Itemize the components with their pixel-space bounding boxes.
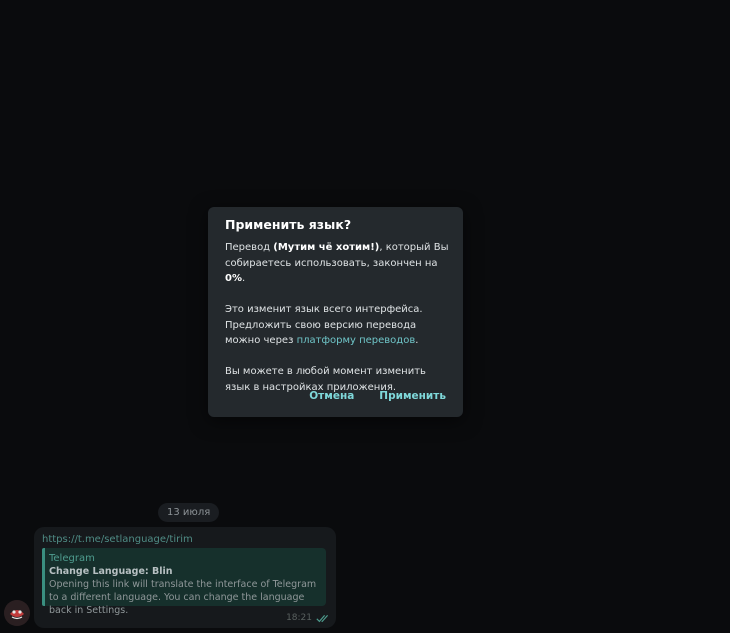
preview-site-name: Telegram [49,553,95,564]
dialog-title: Применить язык? [225,217,352,232]
date-chip: 13 июля [158,503,220,522]
dialog-body: Перевод (Мутим чё хотим!), который Вы со… [225,240,453,395]
apply-language-dialog: Применить язык? Перевод (Мутим чё хотим!… [208,207,463,417]
dialog-paragraph-translation: Перевод (Мутим чё хотим!), который Вы со… [225,242,449,284]
language-name: (Мутим чё хотим!) [273,242,380,253]
cancel-button[interactable]: Отмена [309,390,354,402]
message-time: 18:21 [286,613,312,623]
preview-accent-bar [42,548,45,606]
translation-platform-link[interactable]: платформу переводов [297,335,416,346]
telegram-window: 13 июля https://t.me/setlanguage/tirim T… [0,0,730,633]
apply-button[interactable]: Применить [379,390,446,402]
translation-percent: 0% [225,273,242,284]
preview-description: Opening this link will translate the int… [49,579,317,616]
message-link[interactable]: https://t.me/setlanguage/tirim [42,534,193,545]
link-preview[interactable]: Telegram Change Language: Blin Opening t… [42,548,326,616]
avatar-image-icon [4,600,30,626]
message-meta: 18:21 [286,613,330,623]
double-check-icon [316,614,329,622]
preview-title: Change Language: Blin [49,566,173,577]
avatar[interactable] [4,600,30,626]
dialog-paragraph-interface: Это изменит язык всего интерфейса. Предл… [225,304,423,346]
dialog-actions: Отмена Применить [309,390,446,402]
message-bubble[interactable]: https://t.me/setlanguage/tirim Telegram … [34,527,336,628]
